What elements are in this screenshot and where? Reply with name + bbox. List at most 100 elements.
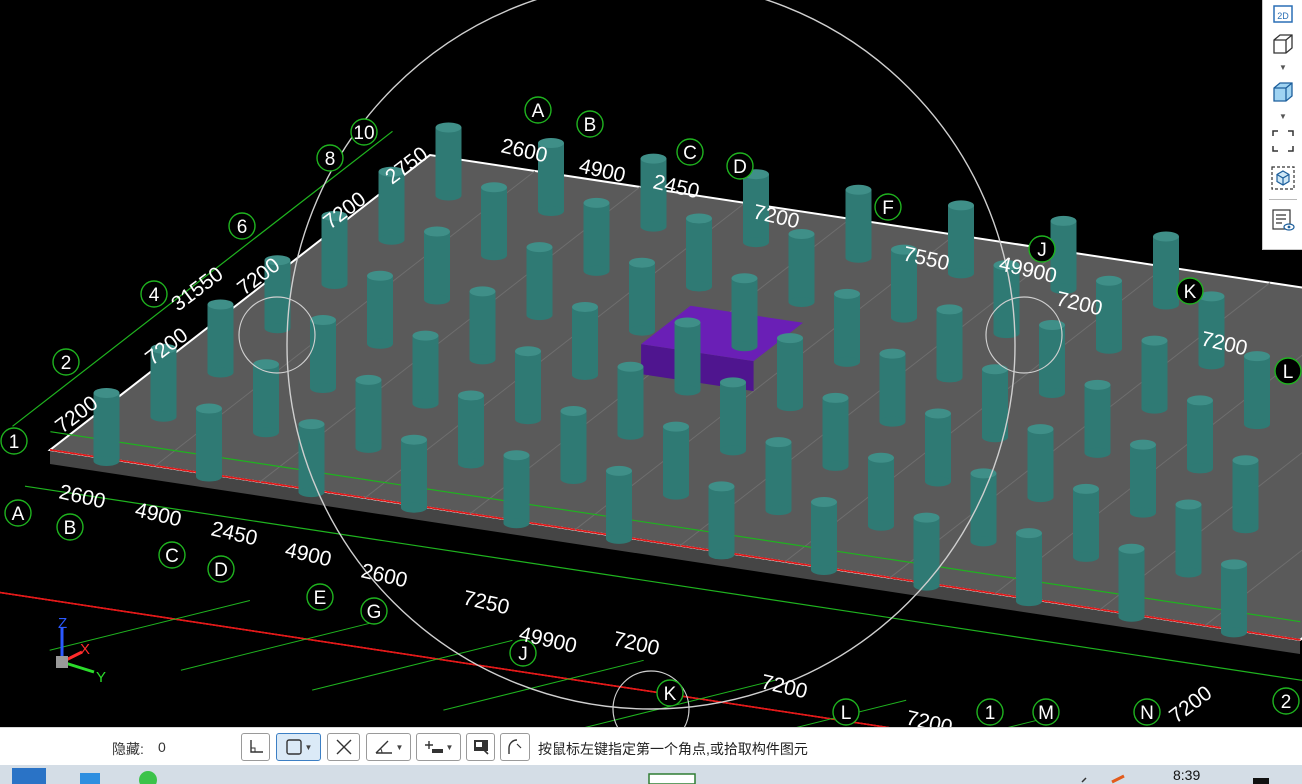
dimension-bottom: 2600: [57, 480, 108, 513]
arc-mode-button[interactable]: [500, 733, 530, 761]
column-base: [1084, 447, 1111, 458]
column-body: [879, 353, 906, 422]
column-body: [629, 262, 655, 331]
column-base: [936, 372, 963, 383]
axis-label: 2: [1281, 692, 1292, 713]
axis-label: 6: [237, 217, 248, 238]
dimension-bottom: 4900: [133, 498, 184, 531]
column-body: [606, 470, 632, 539]
column-top: [367, 270, 393, 281]
angle-icon: [375, 740, 392, 754]
column-body: [663, 426, 689, 495]
zoom-extents-button[interactable]: [1269, 127, 1297, 155]
column-base: [583, 265, 610, 276]
column-body: [788, 234, 815, 303]
axis-label: L: [841, 703, 852, 724]
3d-box-view-dropdown[interactable]: ▼: [1277, 64, 1289, 72]
axis-label: M: [1038, 703, 1054, 724]
gizmo-origin: [56, 656, 68, 668]
explorer-icon[interactable]: [78, 768, 102, 784]
column-body: [925, 413, 951, 482]
column-base: [560, 474, 587, 485]
angle-button[interactable]: ▼: [366, 733, 411, 761]
axis-label: D: [214, 560, 228, 581]
column-body: [572, 306, 598, 375]
dimension-bottom: 7200: [611, 627, 662, 660]
column-base: [970, 536, 997, 547]
column-top: [1016, 528, 1042, 539]
column-body: [1073, 488, 1099, 557]
column-top: [196, 403, 222, 414]
column-top: [1175, 499, 1202, 510]
column-base: [526, 310, 553, 321]
list-eye-icon: [1272, 209, 1295, 231]
column-body: [617, 366, 644, 435]
tray-icons[interactable]: [1060, 768, 1130, 784]
column-base: [822, 460, 849, 471]
arc-icon: [508, 739, 522, 754]
column-top: [515, 346, 541, 357]
column-base: [424, 294, 450, 305]
column-base: [674, 385, 701, 396]
intersection-button[interactable]: [327, 733, 360, 761]
offset-input-button[interactable]: ▼: [416, 733, 461, 761]
view-selection-button[interactable]: [1269, 164, 1297, 192]
column-top: [1141, 335, 1168, 346]
column-body: [913, 517, 940, 586]
column-base: [1153, 299, 1179, 310]
dynamic-input-button[interactable]: [466, 733, 495, 761]
grid-letter-bubble-top: C: [676, 138, 704, 166]
axis-label: J: [1037, 240, 1047, 261]
column-base: [207, 367, 234, 378]
3d-shaded-view-dropdown[interactable]: ▼: [1277, 113, 1289, 121]
grid-letter-bubble-top: D: [726, 152, 754, 180]
wechat-icon[interactable]: [136, 768, 160, 784]
notification-icon[interactable]: [1251, 768, 1271, 784]
column-base: [1141, 403, 1168, 414]
plus-bar-icon: [424, 741, 443, 753]
grid-letter-bubble-bottom: A: [4, 499, 32, 527]
column-base: [503, 518, 530, 529]
grid-number-bubble: 2: [1272, 687, 1300, 715]
column-base: [948, 268, 974, 279]
column-base: [515, 414, 541, 425]
object-snap-button[interactable]: ▼: [276, 733, 321, 761]
gizmo-x-label: X: [80, 641, 90, 658]
column-top: [868, 452, 894, 463]
column-base: [93, 455, 120, 466]
display-settings-button[interactable]: [1269, 206, 1297, 234]
ortho-button[interactable]: [241, 733, 270, 761]
column-base: [765, 505, 792, 516]
dimension-bottom: 4900: [283, 538, 334, 571]
column-body: [1016, 533, 1042, 602]
hidden-label: 隐藏:: [112, 741, 144, 757]
grid-letter-bubble-bottom: K: [656, 679, 684, 707]
column-base: [1232, 523, 1259, 534]
column-body: [355, 379, 382, 448]
column-base: [253, 427, 279, 438]
dimension-bottom: 2450: [209, 517, 260, 550]
model-scene[interactable]: 10 8 6 4 2 1 1 2 A B C D F J K L A B C D E G J K L M N 2600 4900 2450…: [0, 0, 1302, 727]
grid-letter-bubble-bottom: C: [158, 541, 186, 569]
column-base: [891, 312, 917, 323]
axis-label: K: [1184, 282, 1197, 303]
column-base: [1039, 388, 1065, 399]
grid-number-bubble: 10: [350, 118, 378, 146]
3d-box-view-button[interactable]: [1269, 30, 1297, 58]
dynamic-input-icon: [473, 740, 489, 755]
3d-shaded-view-button[interactable]: [1269, 78, 1297, 106]
column-top: [948, 200, 974, 211]
column-top: [93, 387, 120, 398]
3d-model-viewport[interactable]: 10 8 6 4 2 1 1 2 A B C D F J K L A B C D E G J K L M N 2600 4900 2450…: [0, 0, 1302, 727]
column-top: [686, 213, 712, 224]
app-window-icon[interactable]: [643, 768, 697, 784]
column-base: [1016, 596, 1042, 607]
column-base: [435, 190, 462, 201]
2d-view-button[interactable]: 2D: [1269, 0, 1297, 28]
column-base: [1130, 507, 1156, 518]
grid-letter-bubble-bottom: D: [207, 555, 235, 583]
view-toolbar: 2D ▼ ▼: [1262, 0, 1302, 250]
start-button[interactable]: [12, 768, 46, 784]
column-top: [834, 288, 860, 299]
column-body: [811, 502, 837, 571]
